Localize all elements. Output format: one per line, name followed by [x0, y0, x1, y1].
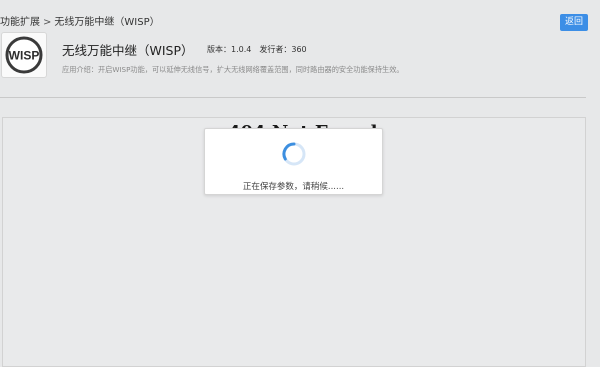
breadcrumb-current: 无线万能中继（WISP） [54, 17, 160, 28]
wisp-icon: WISP [5, 36, 43, 74]
app-title: 无线万能中继（WISP） [62, 43, 194, 58]
wisp-icon-text: WISP [9, 49, 40, 63]
version-label: 版本：1.0.4 [207, 45, 252, 54]
loading-message: 正在保存参数，请稍候...... [242, 182, 345, 192]
breadcrumb: 功能扩展 > 无线万能中继（WISP） [0, 13, 160, 28]
publisher-label: 发行者：360 [259, 45, 307, 54]
breadcrumb-separator: > [43, 17, 52, 28]
version-info: 版本：1.0.4 发行者：360 [207, 44, 307, 55]
spinner-icon [282, 142, 306, 166]
app-description: 应用介绍：开启WISP功能，可以延伸无线信号，扩大无线网络覆盖范围，同时路由器的… [62, 65, 404, 74]
app-icon-container: WISP [1, 32, 47, 78]
breadcrumb-parent-link[interactable]: 功能扩展 [0, 17, 40, 28]
loading-dialog: 正在保存参数，请稍候...... [204, 128, 383, 195]
divider [0, 97, 586, 98]
back-button[interactable]: 返回 [559, 14, 588, 31]
